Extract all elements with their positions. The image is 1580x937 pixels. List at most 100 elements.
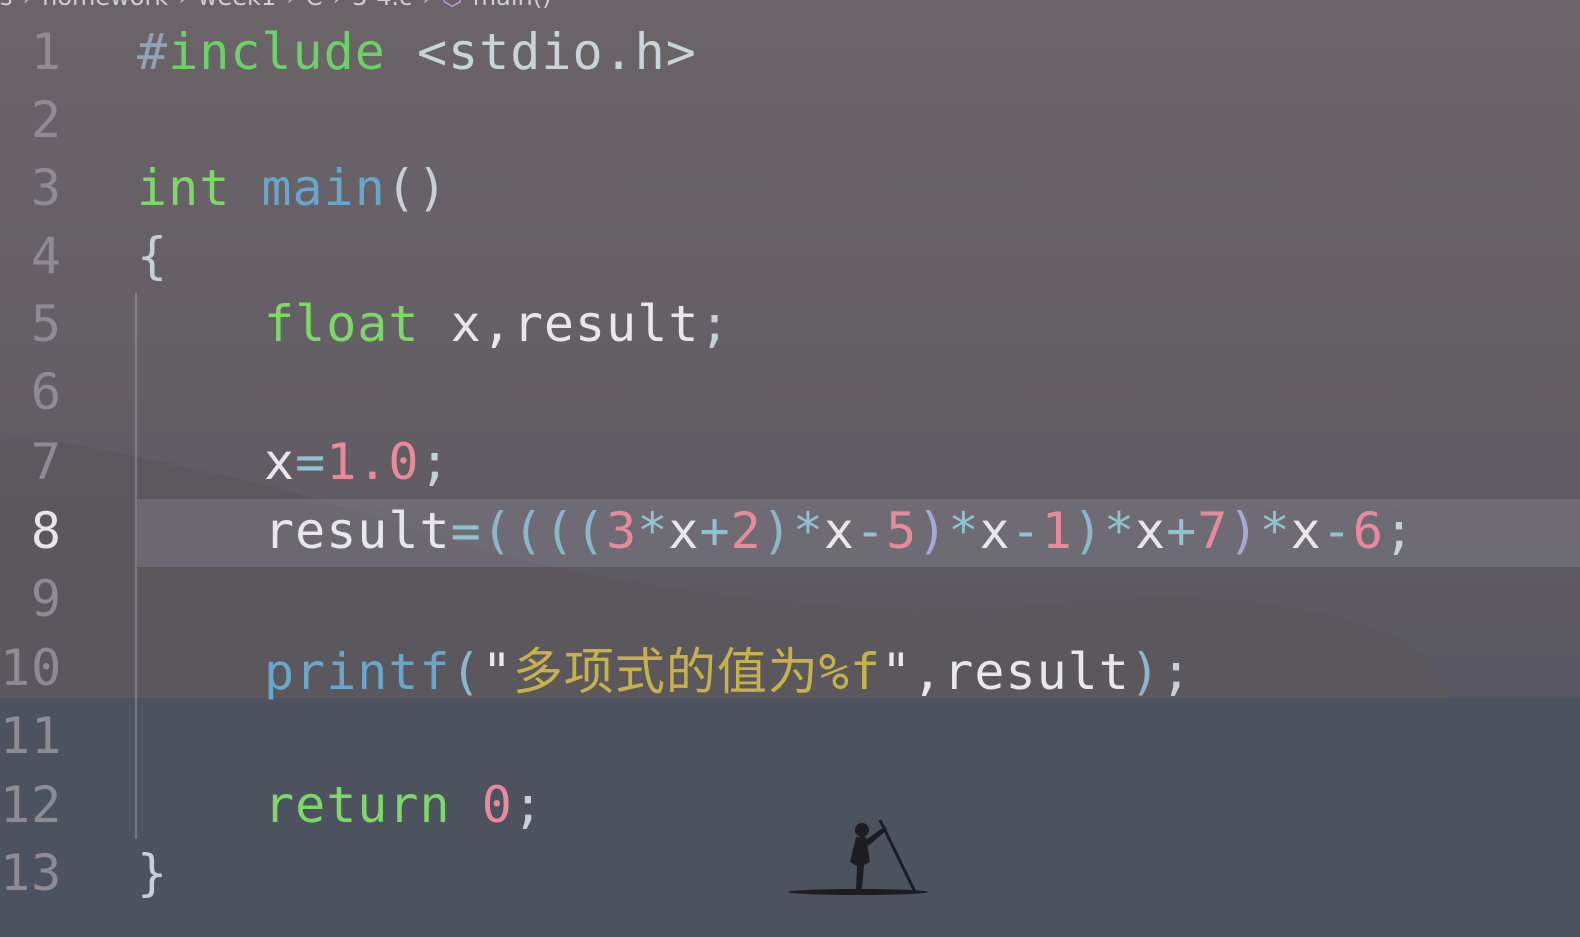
- open-paren: (: [450, 643, 482, 701]
- close-paren: ): [917, 502, 949, 560]
- code-line[interactable]: 12 return 0;: [0, 771, 1580, 839]
- line-content[interactable]: return 0;: [264, 776, 544, 834]
- identifier: x: [1290, 502, 1322, 560]
- chevron-right-icon: ›: [178, 0, 188, 11]
- code-line[interactable]: 3 int main(): [0, 154, 1580, 222]
- number-literal: 0: [481, 776, 513, 834]
- code-editor[interactable]: s › homework › week1 › C › 3-4.c › ⬡ mai…: [0, 0, 1580, 937]
- code-line[interactable]: 10 printf("多项式的值为%f",result);: [0, 634, 1580, 702]
- return-keyword: return: [264, 776, 451, 834]
- close-paren: ): [1228, 502, 1260, 560]
- operator: -: [1010, 502, 1042, 560]
- operator: *: [792, 502, 824, 560]
- code-line-active[interactable]: 8 result=((((3*x+2)*x-5)*x-1)*x+7)*x-6;: [0, 497, 1580, 565]
- number-literal: 3: [606, 502, 638, 560]
- cube-icon: ⬡: [442, 0, 463, 11]
- operator: *: [948, 502, 980, 560]
- operator: *: [1259, 502, 1291, 560]
- code-line[interactable]: 13 }: [0, 839, 1580, 907]
- operator: =: [450, 502, 482, 560]
- breadcrumb[interactable]: s › homework › week1 › C › 3-4.c › ⬡ mai…: [0, 0, 552, 11]
- number-literal: 6: [1352, 502, 1384, 560]
- breadcrumb-item[interactable]: 3-4.c: [352, 0, 412, 11]
- line-number[interactable]: 10: [0, 639, 62, 697]
- string-literal: 多项式的值为%f: [512, 643, 882, 701]
- code-line[interactable]: 11: [0, 702, 1580, 770]
- chevron-right-icon: ›: [333, 0, 343, 11]
- breadcrumb-item[interactable]: main(): [473, 0, 552, 11]
- operator: +: [1166, 502, 1198, 560]
- line-number[interactable]: 4: [0, 227, 62, 285]
- operator: +: [699, 502, 731, 560]
- chevron-right-icon: ›: [422, 0, 432, 11]
- line-content[interactable]: #include <stdio.h>: [137, 23, 697, 81]
- breadcrumb-item[interactable]: homework: [42, 0, 168, 11]
- number-literal: 7: [1197, 502, 1229, 560]
- identifier: result: [264, 502, 451, 560]
- include-header: <stdio.h>: [416, 23, 697, 81]
- preprocessor-hash: #: [137, 23, 169, 81]
- identifier: x: [979, 502, 1011, 560]
- line-number[interactable]: 12: [0, 776, 62, 834]
- code-line[interactable]: 7 x=1.0;: [0, 428, 1580, 496]
- line-number-active[interactable]: 8: [0, 502, 62, 560]
- line-content[interactable]: printf("多项式的值为%f",result);: [264, 632, 1192, 704]
- string-quote: ": [481, 643, 513, 701]
- breadcrumb-item[interactable]: week1: [198, 0, 276, 11]
- line-content[interactable]: int main(): [137, 159, 448, 217]
- number-literal: 5: [886, 502, 918, 560]
- line-number[interactable]: 6: [0, 363, 62, 421]
- chevron-right-icon: ›: [23, 0, 33, 11]
- variable-list: x,result: [419, 295, 700, 353]
- close-paren: ): [1072, 502, 1104, 560]
- line-number[interactable]: 5: [0, 295, 62, 353]
- string-quote: ": [881, 643, 913, 701]
- open-parens: ((((: [481, 502, 607, 560]
- open-brace[interactable]: {: [137, 227, 168, 285]
- identifier: x: [264, 433, 296, 491]
- semicolon: ;: [1161, 643, 1193, 701]
- number-literal: 1.0: [326, 433, 420, 491]
- function-call: printf: [264, 643, 451, 701]
- chevron-right-icon: ›: [286, 0, 296, 11]
- identifier: x: [668, 502, 700, 560]
- code-line[interactable]: 4 {: [0, 222, 1580, 290]
- breadcrumb-item[interactable]: C: [306, 0, 323, 11]
- number-literal: 1: [1041, 502, 1073, 560]
- code-line[interactable]: 2: [0, 86, 1580, 154]
- breadcrumb-item[interactable]: s: [0, 0, 13, 11]
- type-keyword: int: [137, 159, 231, 217]
- operator: -: [855, 502, 887, 560]
- close-paren: ): [761, 502, 793, 560]
- close-brace[interactable]: }: [137, 844, 168, 902]
- type-keyword: float: [264, 295, 420, 353]
- operator: -: [1321, 502, 1353, 560]
- line-number[interactable]: 9: [0, 570, 62, 628]
- line-content[interactable]: result=((((3*x+2)*x-5)*x-1)*x+7)*x-6;: [264, 502, 1415, 560]
- line-content[interactable]: x=1.0;: [264, 433, 451, 491]
- line-number[interactable]: 2: [0, 91, 62, 149]
- identifier: x: [823, 502, 856, 560]
- line-number[interactable]: 7: [0, 433, 62, 491]
- code-line[interactable]: 1 #include <stdio.h>: [0, 18, 1580, 86]
- line-number[interactable]: 1: [0, 23, 62, 81]
- semicolon: ;: [699, 295, 731, 353]
- line-number[interactable]: 11: [0, 707, 62, 765]
- line-content[interactable]: float x,result;: [264, 295, 731, 353]
- line-number[interactable]: 13: [0, 844, 62, 902]
- function-name: main: [261, 159, 386, 217]
- operator: =: [295, 433, 327, 491]
- semicolon: ;: [512, 776, 544, 834]
- preprocessor-directive: include: [168, 23, 386, 81]
- close-paren: ): [1129, 643, 1161, 701]
- code-line[interactable]: 9: [0, 565, 1580, 633]
- semicolon: ;: [1383, 502, 1415, 560]
- code-line[interactable]: 5 float x,result;: [0, 290, 1580, 358]
- code-line[interactable]: 6: [0, 358, 1580, 426]
- operator: *: [637, 502, 669, 560]
- line-number[interactable]: 3: [0, 159, 62, 217]
- number-literal: 2: [730, 502, 762, 560]
